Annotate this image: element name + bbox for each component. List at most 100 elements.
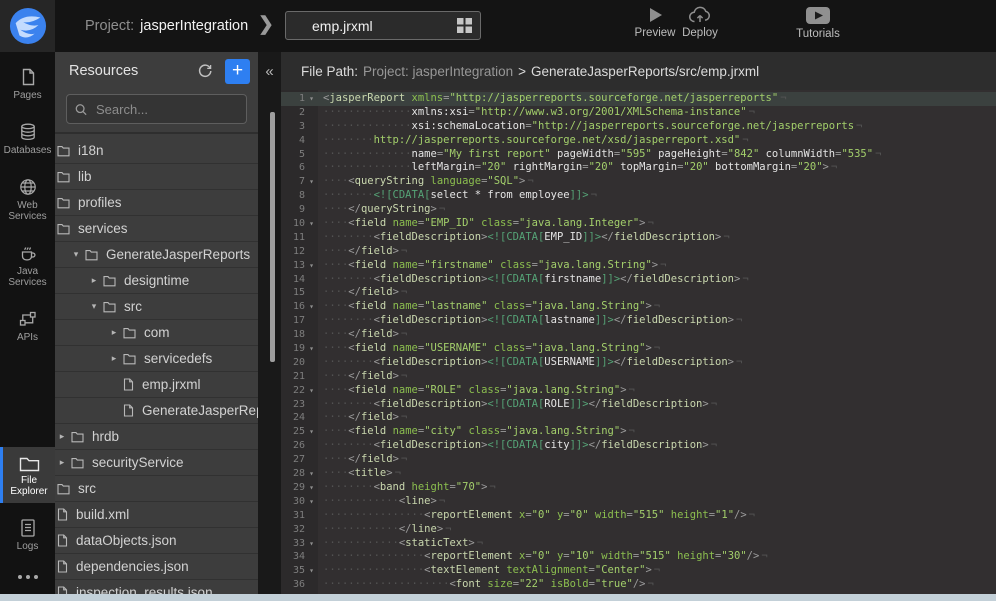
add-resource-button[interactable]: +: [225, 59, 250, 84]
grid-icon[interactable]: [457, 18, 472, 33]
folder-icon: [19, 454, 40, 472]
fold-toggle-icon[interactable]: ▾: [305, 564, 318, 578]
tree-item[interactable]: src: [55, 476, 258, 502]
open-file-selector[interactable]: emp.jrxml: [285, 11, 481, 40]
tree-item-label: profiles: [78, 195, 122, 210]
horizontal-scrollbar[interactable]: [0, 594, 996, 601]
ellipsis-icon: [16, 573, 40, 581]
chevron-right-icon[interactable]: ▸: [89, 275, 99, 286]
line-number: 36: [281, 578, 305, 592]
file-icon: [57, 534, 68, 547]
fold-toggle-icon[interactable]: ▾: [305, 481, 318, 495]
tree-item[interactable]: services: [55, 216, 258, 242]
tree-item-label: com: [144, 325, 170, 340]
folder-icon: [57, 197, 70, 209]
preview-button[interactable]: Preview: [630, 6, 680, 39]
tree-item-label: dependencies.json: [76, 559, 189, 574]
tree-item[interactable]: build.xml: [55, 502, 258, 528]
code-line: 8········<![CDATA[select * from employee…: [281, 189, 996, 203]
tree-item[interactable]: ▸designtime: [55, 268, 258, 294]
sidebar-item-web-services[interactable]: Web Services: [0, 170, 55, 228]
fold-spacer: [305, 439, 318, 453]
code-lines: 1▾<jasperReport xmlns="http://jasperrepo…: [281, 90, 996, 592]
fold-toggle-icon[interactable]: ▾: [305, 342, 318, 356]
coffee-cup-icon: [18, 243, 38, 263]
tutorials-button[interactable]: Tutorials: [793, 6, 843, 40]
fold-spacer: [305, 411, 318, 425]
search-box[interactable]: [66, 94, 247, 124]
tree-item[interactable]: ▸ securityService: [55, 450, 258, 476]
fold-toggle-icon[interactable]: ▾: [305, 217, 318, 231]
chevron-right-icon[interactable]: ▸: [109, 353, 119, 364]
sidebar-item-file-explorer[interactable]: File Explorer: [0, 447, 55, 503]
line-number: 24: [281, 411, 305, 425]
tree-item[interactable]: dependencies.json: [55, 554, 258, 580]
fold-toggle-icon[interactable]: ▾: [305, 92, 318, 106]
fold-toggle-icon[interactable]: ▾: [305, 175, 318, 189]
sidebar-item-label: APIs: [17, 332, 38, 343]
code-line: 28▾····<title>¬: [281, 467, 996, 481]
fold-toggle-icon[interactable]: ▾: [305, 467, 318, 481]
fold-toggle-icon[interactable]: ▾: [305, 259, 318, 273]
sidebar-item-databases[interactable]: Databases: [0, 115, 55, 162]
chevron-down-icon[interactable]: ▾: [71, 249, 81, 260]
fold-toggle-icon[interactable]: ▾: [305, 425, 318, 439]
fold-toggle-icon[interactable]: ▾: [305, 300, 318, 314]
database-icon: [18, 122, 38, 142]
sidebar-item-java-services[interactable]: Java Services: [0, 236, 55, 294]
search-input[interactable]: [94, 101, 238, 118]
fold-spacer: [305, 398, 318, 412]
sidebar-item-pages[interactable]: Pages: [0, 60, 55, 107]
refresh-button[interactable]: [193, 59, 217, 83]
line-number: 32: [281, 523, 305, 537]
chevron-down-icon[interactable]: ▾: [89, 301, 99, 312]
code-line: 16▾····<field name="lastname" class="jav…: [281, 300, 996, 314]
folder-icon: [71, 431, 84, 443]
collapse-panel-icon[interactable]: «: [258, 52, 281, 90]
tree-item[interactable]: emp.jrxml: [55, 372, 258, 398]
deploy-button[interactable]: Deploy: [675, 6, 725, 39]
fold-spacer: [305, 328, 318, 342]
fold-spacer: [305, 161, 318, 175]
tree-item[interactable]: ▸servicedefs: [55, 346, 258, 372]
tree-item[interactable]: GenerateJasperReports.s: [55, 398, 258, 424]
tree-scrollbar[interactable]: [270, 112, 275, 362]
tree-item[interactable]: lib: [55, 164, 258, 190]
code-line: 33▾············<staticText>¬: [281, 537, 996, 551]
tutorials-label: Tutorials: [796, 28, 840, 40]
tree-item[interactable]: profiles: [55, 190, 258, 216]
top-bar: Project: jasperIntegration ❯ emp.jrxml P…: [0, 0, 996, 52]
chevron-right-icon[interactable]: ▸: [109, 327, 119, 338]
tree-item[interactable]: ▾src: [55, 294, 258, 320]
preview-label: Preview: [635, 27, 676, 39]
wavemaker-logo[interactable]: [0, 0, 55, 52]
tree-item[interactable]: i18n: [55, 138, 258, 164]
chevron-right-icon: ❯: [258, 13, 274, 36]
code-editor[interactable]: 1▾<jasperReport xmlns="http://jasperrepo…: [281, 90, 996, 601]
fold-toggle-icon[interactable]: ▾: [305, 384, 318, 398]
fold-toggle-icon[interactable]: ▾: [305, 495, 318, 509]
chevron-right-icon[interactable]: ▸: [57, 457, 67, 468]
file-path-separator: >: [518, 64, 526, 79]
fold-toggle-icon[interactable]: ▾: [305, 537, 318, 551]
tree-item[interactable]: dataObjects.json: [55, 528, 258, 554]
tree-item[interactable]: ▸ com: [55, 320, 258, 346]
sidebar-item-more[interactable]: [0, 566, 55, 587]
sidebar-item-apis[interactable]: APIs: [0, 302, 55, 349]
sidebar-item-logs[interactable]: Logs: [0, 511, 55, 558]
globe-icon: [18, 177, 38, 197]
code-line: 2··············xmlns:xsi="http://www.w3.…: [281, 106, 996, 120]
line-number: 19: [281, 342, 305, 356]
tree-item-label: emp.jrxml: [142, 377, 201, 392]
deploy-label: Deploy: [682, 27, 718, 39]
code-line: 36····················<font size="22" is…: [281, 578, 996, 592]
search-area: [55, 90, 258, 134]
tree-item[interactable]: ▾GenerateJasperReports: [55, 242, 258, 268]
project-name: jasperIntegration: [140, 18, 248, 34]
line-number: 17: [281, 314, 305, 328]
chevron-right-icon[interactable]: ▸: [57, 431, 67, 442]
tree-item-label: securityService: [92, 455, 184, 470]
code-line: 13▾····<field name="firstname" class="ja…: [281, 259, 996, 273]
tree-item[interactable]: ▸hrdb: [55, 424, 258, 450]
line-number: 23: [281, 398, 305, 412]
